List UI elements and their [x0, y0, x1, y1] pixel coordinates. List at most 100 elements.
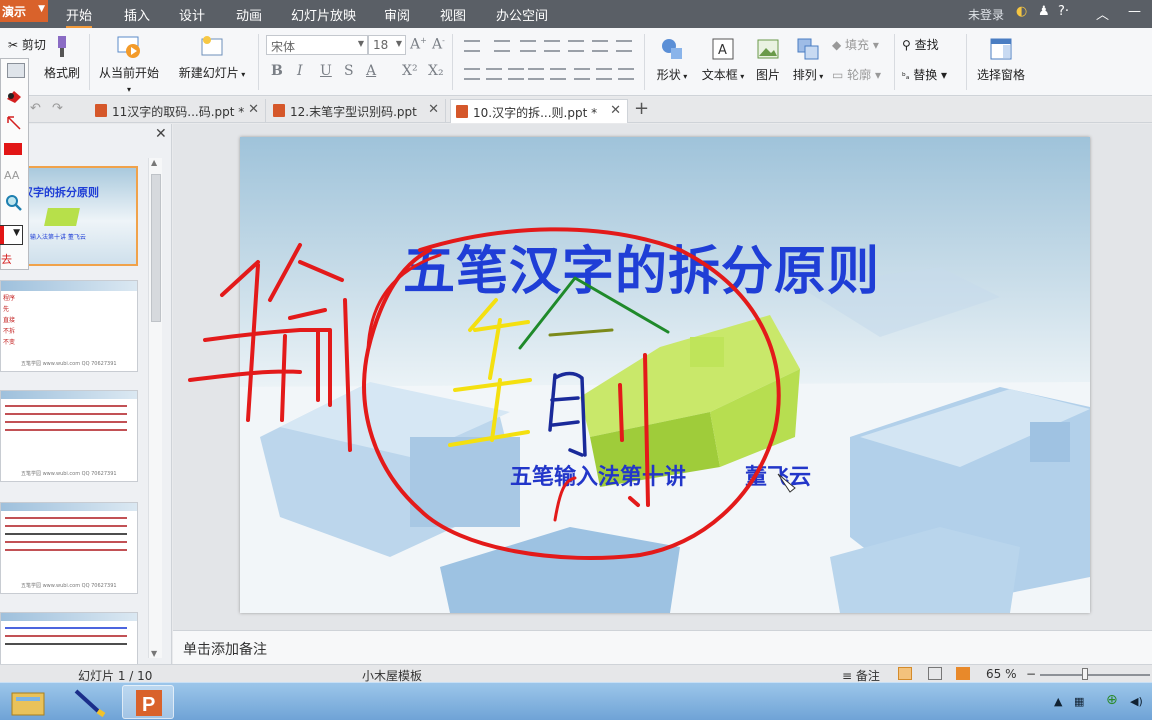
vertical-align-icon[interactable] [574, 68, 590, 80]
distribute-icon[interactable] [550, 68, 566, 80]
zoom-out-icon[interactable]: − [1026, 667, 1036, 681]
increase-indent-icon[interactable] [544, 40, 560, 52]
thumbnail-slide-3[interactable]: 五笔学园 www.wubi.com QQ 70627391 [0, 390, 138, 482]
subscript-icon[interactable]: X₂ [428, 63, 444, 79]
zoom-slider-handle[interactable] [1082, 668, 1088, 680]
select-pane-button[interactable]: 选择窗格 [972, 36, 1030, 83]
skin-icon[interactable]: ◐ [1016, 4, 1027, 19]
notes-placeholder[interactable]: 单击添加备注 [183, 639, 267, 659]
fill-button[interactable]: ◆ 填充 ▾ [832, 36, 879, 53]
redo-icon[interactable]: ↷ [52, 101, 63, 116]
tab-insert[interactable]: 插入 [124, 5, 150, 24]
tab-review[interactable]: 审阅 [384, 5, 410, 24]
replace-button[interactable]: ᵇₐ 替换 ▾ [902, 66, 947, 83]
taskbar-pen-tool[interactable] [62, 685, 114, 719]
color-swatch-icon[interactable] [4, 143, 22, 155]
text-direction-icon[interactable] [592, 40, 608, 52]
folder-icon [11, 692, 45, 716]
normal-view-icon[interactable] [898, 667, 912, 680]
pen-width-select[interactable]: ▼ [0, 225, 23, 245]
app-menu-button[interactable]: 演示 ▼ [0, 0, 48, 22]
tray-network-icon[interactable]: ▦ [1074, 695, 1084, 708]
line-spacing-icon[interactable] [568, 40, 584, 52]
cut-button[interactable]: ✂ 剪切 [8, 36, 46, 53]
taskbar-presentation[interactable]: P [122, 685, 174, 719]
bullets-icon[interactable] [464, 40, 480, 52]
slide-canvas[interactable]: 五笔汉字的拆分原则 五笔输入法第十讲 董飞云 [240, 137, 1090, 613]
scroll-down-icon[interactable]: ▼ [151, 649, 157, 658]
find-button[interactable]: ⚲ 查找 [902, 36, 939, 53]
collapse-ribbon-icon[interactable]: ︿ [1096, 4, 1109, 23]
tab-design[interactable]: 设计 [179, 5, 205, 24]
align-center-icon[interactable] [486, 68, 502, 80]
text-tool-icon[interactable]: AA [4, 169, 24, 187]
justify-icon[interactable] [528, 68, 544, 80]
slide-sorter-icon[interactable] [928, 667, 942, 680]
tab-animation[interactable]: 动画 [236, 5, 262, 24]
slideshow-view-icon[interactable] [956, 667, 970, 680]
scroll-up-icon[interactable]: ▲ [151, 158, 157, 167]
numbering-icon[interactable] [494, 40, 510, 52]
tab-office-space[interactable]: 办公空间 [496, 5, 548, 24]
slide-title[interactable]: 五笔汉字的拆分原则 [403, 229, 880, 304]
slide-subtitle[interactable]: 五笔输入法第十讲 [510, 459, 686, 491]
close-icon[interactable]: ✕ [610, 103, 621, 118]
close-icon[interactable]: ✕ [155, 126, 167, 142]
close-icon[interactable]: ✕ [248, 102, 259, 117]
arrow-pointer-icon[interactable] [4, 113, 24, 131]
pen-toolbar-close-icon[interactable] [7, 63, 25, 78]
scrollbar-thumb[interactable] [151, 174, 161, 322]
font-color-icon[interactable]: A [366, 63, 376, 79]
slide-author[interactable]: 董飞云 [745, 459, 811, 491]
arrange-button[interactable]: 排列 ▾ [788, 36, 828, 83]
italic-icon[interactable]: I [297, 63, 303, 79]
new-slide-button[interactable]: 新建幻灯片 ▾ [176, 34, 248, 81]
textbox-button[interactable]: A 文本框 ▾ [698, 36, 748, 83]
thumbnail-slide-5[interactable] [0, 612, 138, 664]
shape-button[interactable]: 形状 ▾ [652, 36, 692, 83]
doc-tab-1[interactable]: 11汉字的取码...码.ppt * ✕ [90, 99, 266, 123]
underline-icon[interactable]: U [320, 63, 332, 79]
tray-security-icon[interactable]: ⊕ [1106, 692, 1118, 708]
shrink-font-icon[interactable]: A- [432, 36, 445, 53]
eraser-icon[interactable] [4, 87, 24, 105]
font-size-select[interactable]: 18 ▼ [368, 35, 406, 55]
shadow-icon[interactable]: S [344, 63, 354, 79]
notes-pane[interactable]: 单击添加备注 [173, 630, 1152, 664]
doc-tab-3[interactable]: 10.汉字的拆...则.ppt * ✕ [450, 99, 628, 123]
shirt-icon[interactable]: ♟ [1038, 4, 1050, 19]
paragraph-spacing-icon[interactable] [596, 68, 612, 80]
new-tab-plus-icon[interactable]: + [634, 98, 649, 119]
close-icon[interactable]: ✕ [428, 102, 439, 117]
align-right-icon[interactable] [508, 68, 524, 80]
tab-slideshow[interactable]: 幻灯片放映 [291, 5, 356, 24]
help-icon[interactable]: ?· [1058, 4, 1069, 19]
tab-home[interactable]: 开始 [66, 0, 93, 28]
columns-icon[interactable] [616, 40, 632, 52]
superscript-icon[interactable]: X² [402, 63, 418, 79]
taskbar-file-manager[interactable] [2, 685, 54, 719]
thumbnail-scrollbar[interactable]: ▲ ▼ [148, 158, 162, 658]
doc-tab-2[interactable]: 12.末笔字型识别码.ppt ✕ [268, 99, 446, 123]
bold-icon[interactable]: B [271, 63, 283, 79]
tray-expand-icon[interactable]: ▲ [1054, 695, 1062, 708]
login-link[interactable]: 未登录 [968, 6, 1004, 23]
magnifier-icon[interactable] [4, 193, 24, 211]
minimize-icon[interactable]: — [1128, 4, 1141, 19]
grow-font-icon[interactable]: A+ [410, 36, 427, 53]
thumbnail-slide-4[interactable]: 五笔学园 www.wubi.com QQ 70627391 [0, 502, 138, 594]
undo-icon[interactable]: ↶ [30, 101, 41, 116]
align-left-icon[interactable] [464, 68, 480, 80]
tray-volume-icon[interactable]: ◀) [1130, 695, 1143, 708]
thumbnail-slide-2[interactable]: 程序 先 直接 不拆 不变 五笔学园 www.wubi.com QQ 70627… [0, 280, 138, 372]
format-painter-button[interactable]: 格式刷 [42, 34, 82, 81]
para-settings-icon[interactable] [618, 68, 634, 80]
decrease-indent-icon[interactable] [520, 40, 536, 52]
play-from-current-button[interactable]: 从当前开始 ▾ [97, 34, 161, 95]
ppt-file-icon [456, 105, 468, 118]
picture-button[interactable]: 图片 [752, 36, 784, 83]
outline-button[interactable]: ▭ 轮廓 ▾ [832, 66, 881, 83]
font-name-select[interactable]: 宋体 ▼ [266, 35, 368, 55]
zoom-slider[interactable] [1040, 674, 1150, 676]
tab-view[interactable]: 视图 [440, 5, 466, 24]
